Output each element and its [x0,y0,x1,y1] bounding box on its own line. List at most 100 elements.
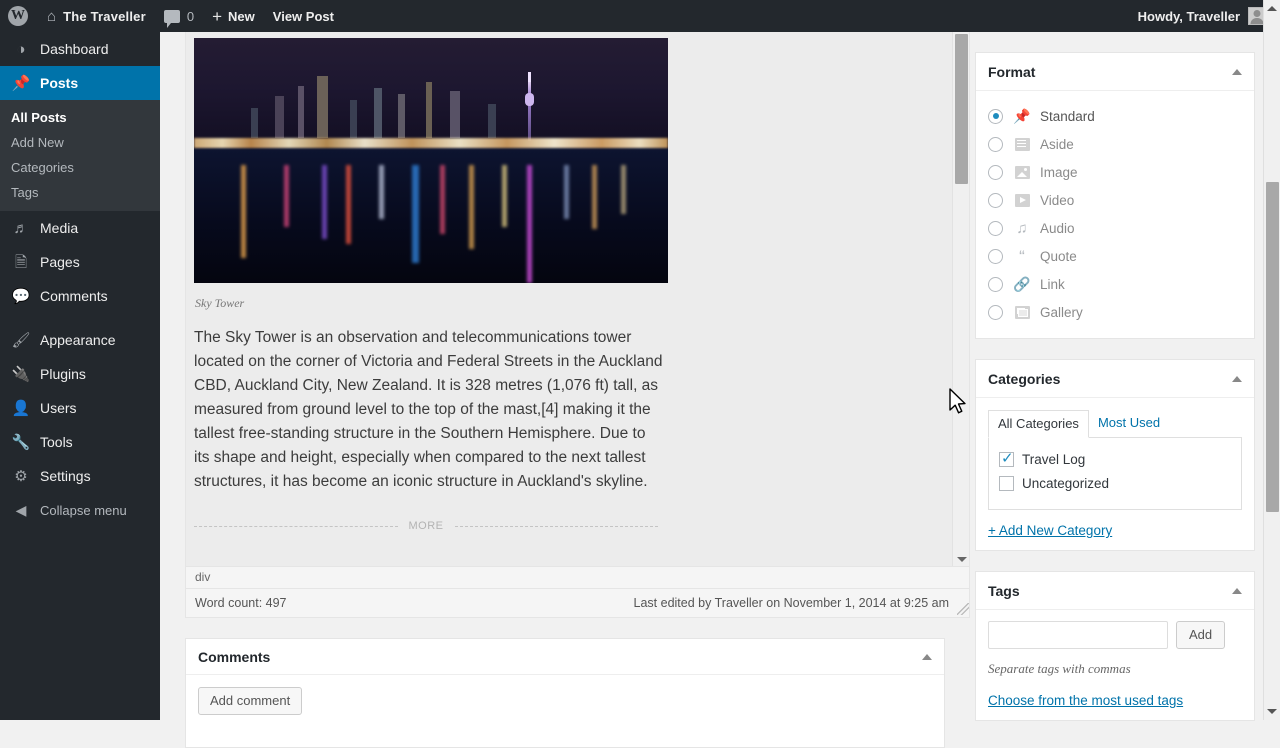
sidebar-item-tools[interactable]: 🔧 Tools [0,425,160,459]
checkbox-uncategorized[interactable] [999,475,1014,491]
wordpress-logo-button[interactable]: W [0,0,38,32]
submenu-item-all-posts[interactable]: All Posts [0,105,160,130]
view-post-label: View Post [272,8,334,24]
radio-video[interactable] [988,192,1003,208]
tag-input[interactable] [988,621,1168,649]
chevron-up-icon[interactable] [922,653,932,660]
reflection [412,165,420,264]
most-used-tags-link[interactable]: Choose from the most used tags [988,693,1242,708]
gallery-icon [1013,304,1031,320]
category-item-uncategorized[interactable]: Uncategorized [999,471,1231,495]
post-featured-image[interactable] [194,38,668,283]
chevron-up-icon[interactable] [1232,587,1242,594]
format-label: Link [1040,276,1065,292]
main-content: Sky Tower The Sky Tower is an observatio… [160,30,1262,748]
category-item-travel-log[interactable]: Travel Log [999,447,1231,471]
more-tag-divider[interactable]: MORE [194,520,658,532]
sidebar-item-appearance[interactable]: 🖌 Appearance [0,323,160,357]
comment-count-label: 0 [186,8,195,24]
format-option-aside[interactable]: Aside [988,130,1242,158]
post-body-text[interactable]: The Sky Tower is an observation and tele… [194,326,664,494]
word-count-label: Word count: 497 [195,596,287,610]
scroll-down-icon[interactable] [1267,709,1277,714]
page-scrollbar-thumb[interactable] [1266,182,1279,512]
tags-metabox-header[interactable]: Tags [976,572,1254,610]
format-option-quote[interactable]: “ Quote [988,242,1242,270]
building [274,96,284,139]
site-name-menu[interactable]: ⌂ The Traveller [38,0,155,32]
my-account-menu[interactable]: Howdy, Traveller [1129,0,1270,32]
format-option-video[interactable]: Video [988,186,1242,214]
categories-metabox-title: Categories [988,370,1061,387]
sidebar-item-users[interactable]: 👤 Users [0,391,160,425]
sidebar-item-dashboard[interactable]: ◑ Dashboard [0,32,160,66]
tab-most-used[interactable]: Most Used [1089,410,1169,438]
site-name-label: The Traveller [63,8,146,24]
checkbox-travel-log[interactable] [999,449,1014,467]
image-icon [1013,164,1031,180]
building [449,91,460,139]
category-label: Uncategorized [1022,475,1110,491]
pin-icon: 📌 [1013,108,1031,124]
aside-icon [1013,136,1031,152]
page-scrollbar[interactable] [1263,0,1280,720]
building [317,76,329,139]
editor-resize-handle[interactable] [957,603,969,615]
sidebar-item-pages[interactable]: 🗎 Pages [0,245,160,279]
radio-gallery[interactable] [988,304,1003,320]
format-label: Image [1040,164,1078,180]
sidebar-item-plugins[interactable]: 🔌 Plugins [0,357,160,391]
add-new-category-link[interactable]: + Add New Category [988,523,1112,538]
format-option-standard[interactable]: 📌 Standard [988,102,1242,130]
comments-bubble-menu[interactable]: 0 [155,0,203,32]
new-content-menu[interactable]: + New [203,0,264,32]
category-label: Travel Log [1022,451,1086,467]
format-metabox-header[interactable]: Format [976,53,1254,91]
format-option-audio[interactable]: ♫ Audio [988,214,1242,242]
categories-metabox: Categories All Categories Most Used Trav… [975,359,1255,551]
radio-standard[interactable] [988,108,1003,124]
radio-audio[interactable] [988,220,1003,236]
tab-all-categories[interactable]: All Categories [988,410,1089,438]
view-post-link[interactable]: View Post [264,0,343,32]
sidebar-item-comments[interactable]: 💬 Comments [0,279,160,313]
sidebar-item-settings[interactable]: ⚙ Settings [0,459,160,493]
collapse-menu-button[interactable]: ◀ Collapse menu [0,493,160,527]
radio-aside[interactable] [988,136,1003,152]
scroll-down-icon[interactable] [957,557,967,562]
comment-bubble-icon [163,9,180,28]
editor-content-area[interactable]: Sky Tower The Sky Tower is an observatio… [186,30,954,570]
submenu-item-categories[interactable]: Categories [0,155,160,180]
reflection [241,165,247,259]
categories-metabox-header[interactable]: Categories [976,360,1254,398]
format-option-gallery[interactable]: Gallery [988,298,1242,326]
sidebar-item-media[interactable]: ♬ Media [0,211,160,245]
chevron-up-icon[interactable] [1232,68,1242,75]
editor-scrollbar[interactable] [952,30,969,570]
format-option-image[interactable]: Image [988,158,1242,186]
radio-link[interactable] [988,276,1003,292]
plugin-icon: 🔌 [11,365,31,383]
editor-scrollbar-thumb[interactable] [955,34,968,184]
scroll-up-icon[interactable] [1267,6,1277,11]
chevron-up-icon[interactable] [1232,375,1242,382]
reflection [345,165,351,244]
sidebar-item-label: Media [40,220,79,236]
add-tag-button[interactable]: Add [1176,621,1226,649]
audio-icon: ♫ [1016,219,1028,237]
add-comment-button[interactable]: Add comment [198,687,303,715]
post-sidebar: Format 📌 Standard Aside Image Video ♫ Au… [975,52,1255,741]
categories-metabox-body: All Categories Most Used Travel Log Unca… [976,398,1254,550]
comments-metabox-header[interactable]: Comments [186,639,944,675]
howdy-label: Howdy, Traveller [1137,8,1240,24]
tags-metabox: Tags Add Separate tags with commas Choos… [975,571,1255,721]
tools-icon: 🔧 [11,433,31,451]
radio-image[interactable] [988,164,1003,180]
submenu-item-add-new[interactable]: Add New [0,130,160,155]
building [250,108,258,139]
radio-quote[interactable] [988,248,1003,264]
submenu-item-tags[interactable]: Tags [0,180,160,205]
format-option-link[interactable]: 🔗 Link [988,270,1242,298]
format-label: Video [1040,192,1075,208]
sidebar-item-posts[interactable]: 📌 Posts [0,66,168,100]
